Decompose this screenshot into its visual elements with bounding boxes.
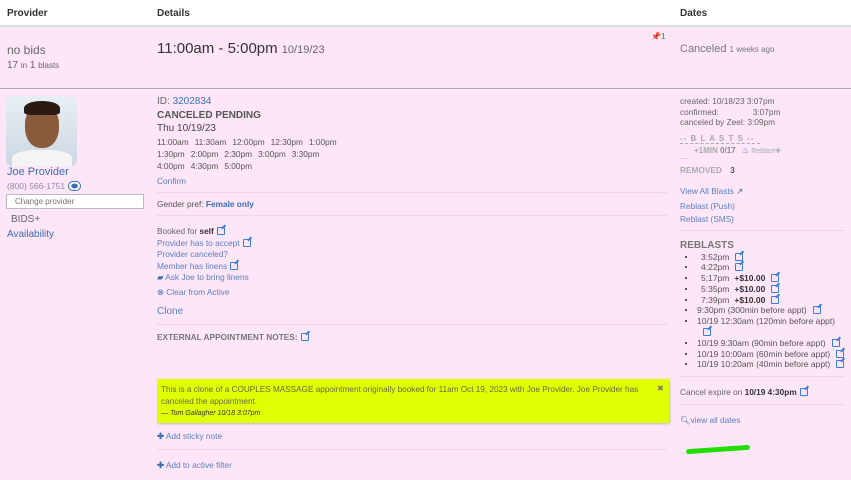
reblast-time: 7:39pm xyxy=(701,294,730,305)
reblast-item: 5:35pm +$10.00 xyxy=(680,284,845,295)
member-linens[interactable]: Member has linens xyxy=(157,261,667,273)
edit-icon[interactable] xyxy=(703,328,711,337)
add-sticky-note[interactable]: ✚ Add sticky note xyxy=(157,431,222,441)
reblast-time: 9:30pm (300min before appt) xyxy=(697,305,807,316)
edit-icon[interactable] xyxy=(771,274,780,283)
appointment-id: ID: 3202834 xyxy=(157,96,212,107)
clear-active-link[interactable]: ⊗ Clear from Active xyxy=(157,287,667,299)
appointment-day: Thu 10/19/23 xyxy=(157,123,216,134)
external-notes[interactable]: EXTERNAL APPOINTMENT NOTES: xyxy=(157,332,667,342)
provider-canceled[interactable]: Provider canceled? xyxy=(157,249,667,261)
bids-status: no bids xyxy=(7,43,46,57)
reblast-time: 3:52pm xyxy=(701,251,730,262)
gender-value[interactable]: Female only xyxy=(206,199,254,209)
availability-link[interactable]: Availability xyxy=(7,229,54,240)
canceled-date: canceled by Zeel: 3:09pm xyxy=(680,117,776,127)
reblast-item: 10/19 9:30am (90min before appt) xyxy=(680,338,845,349)
edit-icon[interactable] xyxy=(831,338,840,347)
close-circle-icon: ⊗ xyxy=(157,286,164,297)
confirmed-date: confirmed: 3:07pm xyxy=(680,106,781,117)
reblast-item: 4:22pm xyxy=(680,262,845,273)
note-author: — Tom Gallagher 10/18 3:07pm xyxy=(161,410,261,417)
provider-name[interactable]: Joe Provider xyxy=(7,166,69,178)
external-link-icon: ↗ xyxy=(736,185,744,196)
blasts-header: -- B L A S T S -- xyxy=(680,134,760,144)
zoom-icon: 🔍︎ xyxy=(680,415,691,426)
reblast-push[interactable]: Reblast (Push) xyxy=(680,201,845,211)
reblast-item: 3:52pm xyxy=(680,252,845,263)
created-date: created: 10/18/23 3:07pm xyxy=(680,96,775,106)
reblast-time: 10/19 9:30am (90min before appt) xyxy=(697,337,826,348)
clone-link[interactable]: Clone xyxy=(157,306,667,317)
chat-icon[interactable] xyxy=(67,181,81,191)
reblast-item: 10/19 12:30am (120min before appt) xyxy=(680,316,845,338)
cancel-expire: Cancel expire on 10/19 4:30pm xyxy=(680,387,845,397)
edit-icon[interactable] xyxy=(771,284,780,293)
view-all-blasts[interactable]: View All Blasts ↗ xyxy=(680,186,845,196)
reblasts-title: REBLASTS xyxy=(680,239,734,251)
close-icon[interactable]: ✖ xyxy=(657,383,664,395)
status-canceled: Canceled 1 weeks ago xyxy=(680,43,775,55)
time-range: 11:00am - 5:00pm 10/19/23 xyxy=(157,40,325,57)
confirm-link[interactable]: Confirm xyxy=(157,176,667,186)
sticky-note: This is a clone of a COUPLES MASSAGE app… xyxy=(157,379,669,423)
view-all-dates[interactable]: 🔍︎view all dates xyxy=(680,415,845,426)
reblast-item: 5:17pm +$10.00 xyxy=(680,273,845,284)
edit-icon[interactable] xyxy=(812,306,821,315)
col-provider: Provider xyxy=(7,8,48,19)
change-provider-input[interactable] xyxy=(6,194,144,209)
bids-toggle[interactable]: BIDS+ xyxy=(11,214,40,225)
table-header: Provider Details Dates xyxy=(0,0,851,27)
highlight-mark xyxy=(685,444,751,455)
edit-icon[interactable] xyxy=(836,360,845,369)
reblast-item: 9:30pm (300min before appt) xyxy=(680,305,845,316)
reblast-time: 10/19 12:30am (120min before appt) xyxy=(697,316,835,327)
reblast-time: 5:35pm xyxy=(701,283,730,294)
reblasts-list: 3:52pm 4:22pm 5:17pm +$10.00 5:35pm +$10.00 7:… xyxy=(680,252,845,371)
reblast-sms[interactable]: Reblast (SMS) xyxy=(680,214,845,224)
reblast-item: 10/19 10:20am (40min before appt) xyxy=(680,359,845,370)
appointment-status: CANCELED PENDING xyxy=(157,110,261,121)
edit-icon[interactable] xyxy=(799,388,808,397)
edit-icon[interactable] xyxy=(300,333,309,341)
summary-row[interactable]: no bids 17 in 1 blasts 11:00am - 5:00pm … xyxy=(0,27,851,89)
reblast-small[interactable]: Reblast✚ xyxy=(751,148,781,155)
pin-icon[interactable]: 📌1 xyxy=(651,32,665,41)
reblast-amount: +$10.00 xyxy=(734,294,766,305)
removed-count: REMOVED 3 xyxy=(680,164,735,175)
provider-avatar[interactable] xyxy=(6,96,77,166)
provider-phone[interactable]: (800) 566-1751 xyxy=(7,181,81,191)
reblast-time: 10/19 10:20am (40min before appt) xyxy=(697,359,831,370)
fire-icon: ♨ xyxy=(741,145,750,155)
edit-icon[interactable] xyxy=(735,263,744,272)
note-text: This is a clone of a COUPLES MASSAGE app… xyxy=(161,385,639,406)
time-slots: 11:00am 11:30am 12:00pm 12:30pm 1:00pm 1:30p… xyxy=(157,137,337,171)
edit-icon[interactable] xyxy=(230,261,239,270)
gender-pref: Gender pref: Female only xyxy=(157,199,254,209)
reblast-time: 10/19 10:00am (60min before appt) xyxy=(697,348,831,359)
dash: — xyxy=(680,154,687,162)
reblast-amount: +$10.00 xyxy=(734,283,766,294)
provider-accept[interactable]: Provider has to accept xyxy=(157,238,667,250)
col-dates: Dates xyxy=(680,8,708,19)
add-active-filter[interactable]: ✚ Add to active filter xyxy=(157,460,232,470)
edit-icon[interactable] xyxy=(771,295,780,304)
chat-icon: ▰ xyxy=(157,272,164,282)
reblast-time: 4:22pm xyxy=(701,262,730,273)
ask-linens-link[interactable]: ▰ Ask Joe to bring linens xyxy=(157,272,667,284)
blast-summary: 17 in 1 blasts xyxy=(7,60,60,71)
edit-icon[interactable] xyxy=(242,238,251,247)
reblast-item: 10/19 10:00am (60min before appt) xyxy=(680,349,845,360)
edit-icon[interactable] xyxy=(216,227,225,235)
booked-for[interactable]: Booked for self xyxy=(157,226,667,238)
col-details: Details xyxy=(157,8,190,19)
reblast-amount: +$10.00 xyxy=(734,273,766,284)
blast-row: +1MIN 0/17 ♨ Reblast✚ xyxy=(694,145,781,155)
reblast-time: 5:17pm xyxy=(701,273,730,284)
